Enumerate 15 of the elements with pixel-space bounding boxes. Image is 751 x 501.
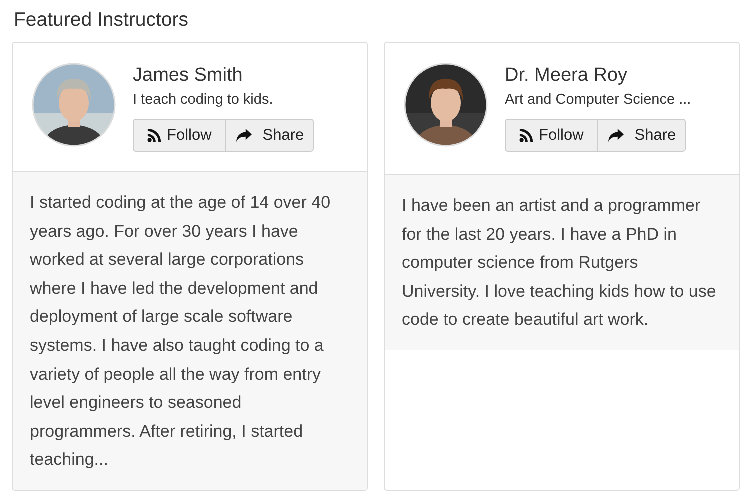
instructor-tagline: I teach coding to kids.: [133, 91, 274, 110]
share-button[interactable]: Share: [598, 119, 686, 152]
bio-text: I started coding at the age of 14 over 40 years ago. For over 30 years I have worked at several large corporations where I have led the development and deployment of large scale software systems. I have also taught coding to a variety of people all the way from entry level engineers to seasoned programmers. After retiring, I started teaching...: [30, 192, 332, 472]
follow-button[interactable]: Follow: [133, 119, 226, 152]
rss-icon: [519, 128, 534, 143]
instructor-name: Dr. Meera Roy: [505, 64, 628, 88]
section-heading: Featured Instructors: [14, 8, 190, 33]
instructor-name: James Smith: [133, 64, 244, 88]
instructor-tagline: Art and Computer Science ...: [505, 91, 692, 110]
share-arrow-icon: [606, 128, 625, 143]
rss-icon: [147, 128, 162, 143]
bio-text: I have been an artist and a programmer for the last 20 years. I have a PhD in computer science from Rutgers University. I love teaching kids how to use code to create beautiful art work.: [402, 195, 718, 332]
follow-button[interactable]: Follow: [505, 119, 598, 152]
share-arrow-icon: [234, 128, 253, 143]
share-button[interactable]: Share: [226, 119, 314, 152]
